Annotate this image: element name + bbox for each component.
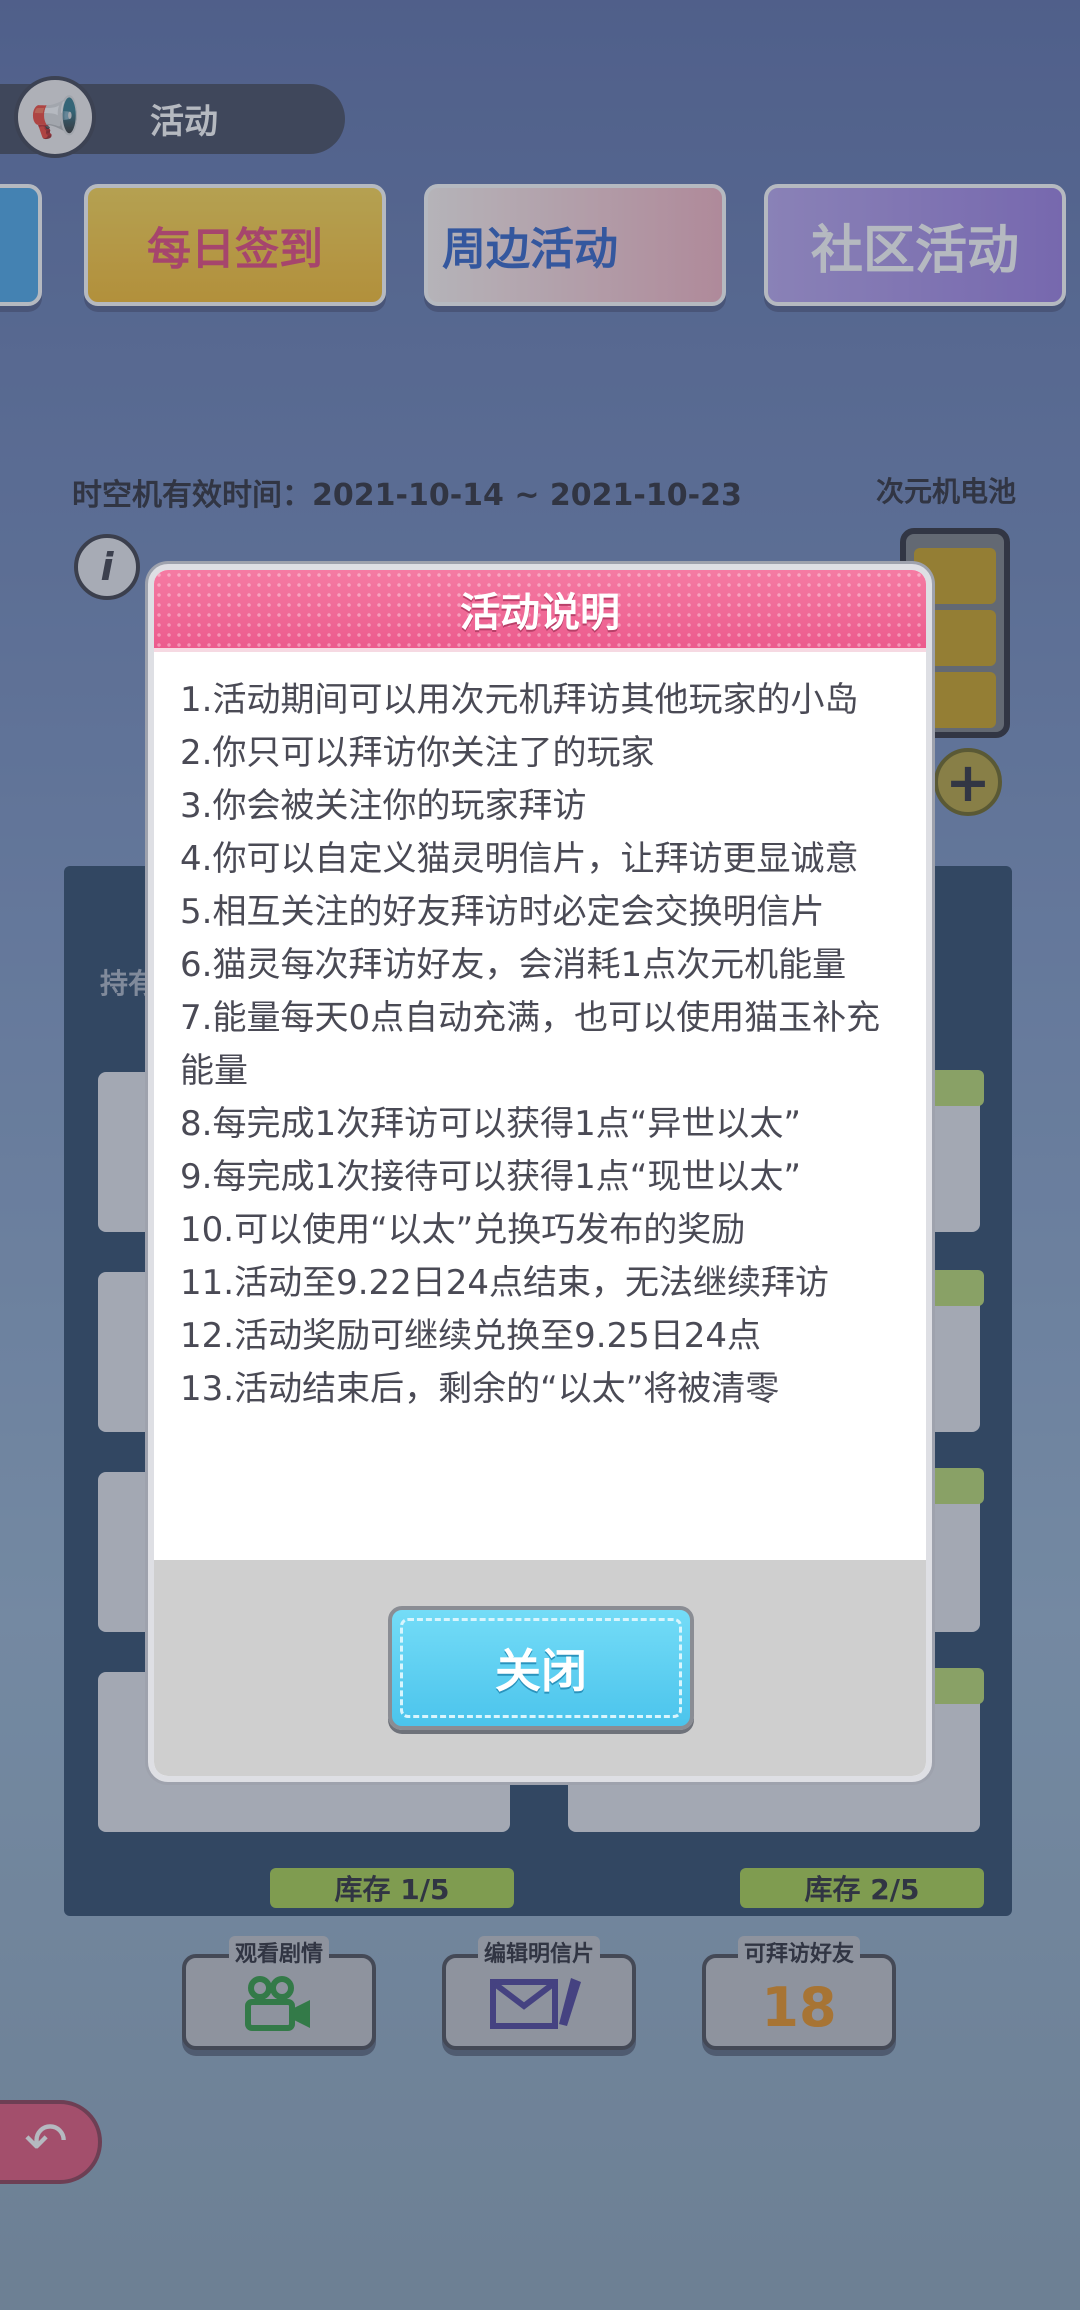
- close-button[interactable]: 关闭: [388, 1606, 694, 1730]
- dialog-header: 活动说明: [154, 570, 926, 652]
- rules-list: 1.活动期间可以用次元机拜访其他玩家的小岛 2.你只可以拜访你关注了的玩家 3.…: [180, 674, 910, 1416]
- dialog-footer: 关闭: [154, 1560, 926, 1776]
- close-button-label: 关闭: [495, 1644, 587, 1698]
- rule-item: 2.你只可以拜访你关注了的玩家: [180, 733, 655, 773]
- rule-item: 11.活动至9.22日24点结束，无法继续拜访: [180, 1263, 830, 1303]
- rule-item: 5.相互关注的好友拜访时必定会交换明信片: [180, 892, 825, 932]
- rule-item: 9.每完成1次接待可以获得1点“现世以太”: [180, 1157, 801, 1197]
- dialog-title: 活动说明: [460, 590, 620, 636]
- rule-item: 12.活动奖励可继续兑换至9.25日24点: [180, 1316, 762, 1356]
- rule-item: 7.能量每天0点自动充满，也可以使用猫玉补充能量: [180, 998, 881, 1091]
- activity-rules-dialog: 活动说明 1.活动期间可以用次元机拜访其他玩家的小岛 2.你只可以拜访你关注了的…: [148, 564, 932, 1782]
- rule-item: 8.每完成1次拜访可以获得1点“异世以太”: [180, 1104, 801, 1144]
- rule-item: 4.你可以自定义猫灵明信片，让拜访更显诚意: [180, 839, 859, 879]
- rule-item: 13.活动结束后，剩余的“以太”将被清零: [180, 1369, 780, 1409]
- rule-item: 6.猫灵每次拜访好友，会消耗1点次元机能量: [180, 945, 847, 985]
- rule-item: 1.活动期间可以用次元机拜访其他玩家的小岛: [180, 680, 859, 720]
- rule-item: 3.你会被关注你的玩家拜访: [180, 786, 587, 826]
- rule-item: 10.可以使用“以太”兑换巧发布的奖励: [180, 1210, 746, 1250]
